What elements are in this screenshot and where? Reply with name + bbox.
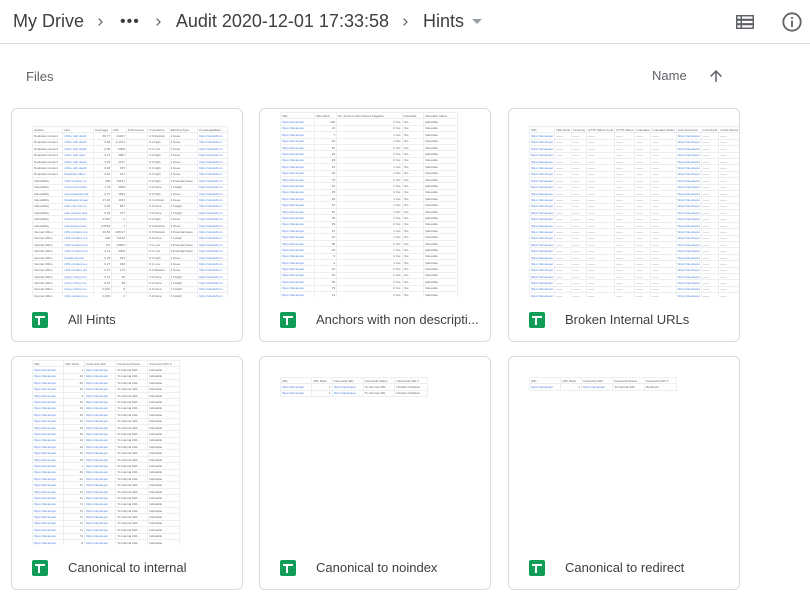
file-card[interactable]: URL URL Rank No. Anchors with Passes PageR…	[259, 108, 491, 342]
preview-cell: 1	[311, 389, 333, 398]
preview-table: URL URL Rank No. Anchors with Passes PageR…	[280, 111, 458, 297]
preview-table: Section Hint Coverage URL Prominence Importan…	[31, 125, 228, 297]
file-title: All Hints	[68, 312, 116, 327]
file-preview-thumbnail: Section Hint Coverage URL Prominence Importan…	[12, 109, 242, 297]
files-section-label: Files	[26, 69, 54, 84]
google-sheets-icon	[32, 312, 48, 328]
file-card-footer: Canonical to redirect	[509, 545, 739, 589]
file-preview-thumbnail: URL URL Rank Canonical URL Canonical Status…	[509, 357, 739, 545]
file-title: Anchors with non descripti...	[316, 312, 479, 327]
preview-cell: Noindex Nofollow	[394, 389, 428, 398]
file-preview-thumbnail: URL URL Rank No. Anchors with Passes PageR…	[260, 109, 490, 297]
file-preview-thumbnail: URL URL Rank Incoming HTTP Status Code HTTP …	[509, 109, 739, 297]
breadcrumb-current-folder[interactable]: Hints	[423, 7, 482, 36]
preview-table: URL URL Rank Incoming HTTP Status Code HTTP …	[528, 125, 739, 297]
preview-row: https://developer 1 https://developer To In…	[279, 389, 428, 398]
breadcrumb-audit-folder[interactable]: Audit 2020-12-01 17:33:58	[176, 7, 389, 36]
list-view-button[interactable]	[729, 6, 761, 38]
file-title: Canonical to internal	[68, 560, 187, 575]
file-title: Canonical to redirect	[565, 560, 685, 575]
file-card[interactable]: URL URL Rank Canonical URL Canonical Status…	[259, 356, 491, 590]
google-sheets-icon	[280, 312, 296, 328]
breadcrumb-more-button[interactable]: •••	[118, 11, 142, 33]
caret-down-icon	[472, 19, 482, 24]
top-bar: My Drive ••• Audit 2020-12-01 17:33:58 H…	[0, 0, 810, 44]
file-card-footer: Anchors with non descripti...	[260, 297, 490, 341]
file-card[interactable]: URL URL Rank Canonical URL Canonical Status…	[508, 356, 740, 590]
preview-row: https://developer 1 https://developer To In…	[528, 383, 677, 391]
file-preview-thumbnail: URL URL Rank Canonical URL Canonical Status…	[12, 357, 242, 545]
breadcrumb-my-drive[interactable]: My Drive	[13, 7, 84, 36]
sort-by-name-button[interactable]: Name	[652, 68, 722, 83]
preview-cell: https://developer	[331, 389, 364, 398]
preview-cell: To Internal URL	[362, 389, 396, 398]
preview-cell: https://developer	[279, 389, 313, 398]
file-card[interactable]: URL URL Rank Incoming HTTP Status Code HTTP …	[508, 108, 740, 342]
info-icon	[782, 12, 802, 32]
file-title: Broken Internal URLs	[565, 312, 690, 327]
file-card-footer: All Hints	[12, 297, 242, 341]
google-sheets-icon	[529, 312, 545, 328]
file-title: Canonical to noindex	[316, 560, 438, 575]
google-sheets-icon	[32, 560, 48, 576]
info-button[interactable]	[776, 6, 808, 38]
preview-cell: Redirects	[644, 383, 677, 391]
file-card-footer: Canonical to noindex	[260, 545, 490, 589]
arrow-up-icon[interactable]	[707, 67, 725, 85]
file-preview-thumbnail: URL URL Rank Canonical URL Canonical Status…	[260, 357, 490, 545]
chevron-right-icon	[84, 15, 118, 29]
file-card-footer: Broken Internal URLs	[509, 297, 739, 341]
chevron-right-icon	[142, 15, 176, 29]
sort-label: Name	[652, 68, 687, 83]
breadcrumb-hints-label: Hints	[422, 11, 464, 31]
preview-table: URL URL Rank Canonical URL Canonical Status…	[31, 359, 180, 545]
preview-cell: https://developer	[580, 383, 614, 391]
preview-cell: To Internal URL	[612, 383, 646, 391]
file-card[interactable]: Section Hint Coverage URL Prominence Importan…	[11, 108, 243, 342]
preview-cell: https://developer	[528, 383, 562, 391]
list-view-icon	[736, 15, 754, 29]
google-sheets-icon	[280, 560, 296, 576]
preview-table: URL URL Rank Canonical URL Canonical Status…	[528, 376, 677, 391]
file-card-footer: Canonical to internal	[12, 545, 242, 589]
file-card[interactable]: URL URL Rank Canonical URL Canonical Status…	[11, 356, 243, 590]
preview-cell: 1	[560, 383, 582, 391]
breadcrumb: My Drive ••• Audit 2020-12-01 17:33:58 H…	[0, 0, 482, 44]
chevron-right-icon	[389, 15, 423, 29]
google-sheets-icon	[529, 560, 545, 576]
preview-table: URL URL Rank Canonical URL Canonical Status…	[279, 376, 428, 398]
